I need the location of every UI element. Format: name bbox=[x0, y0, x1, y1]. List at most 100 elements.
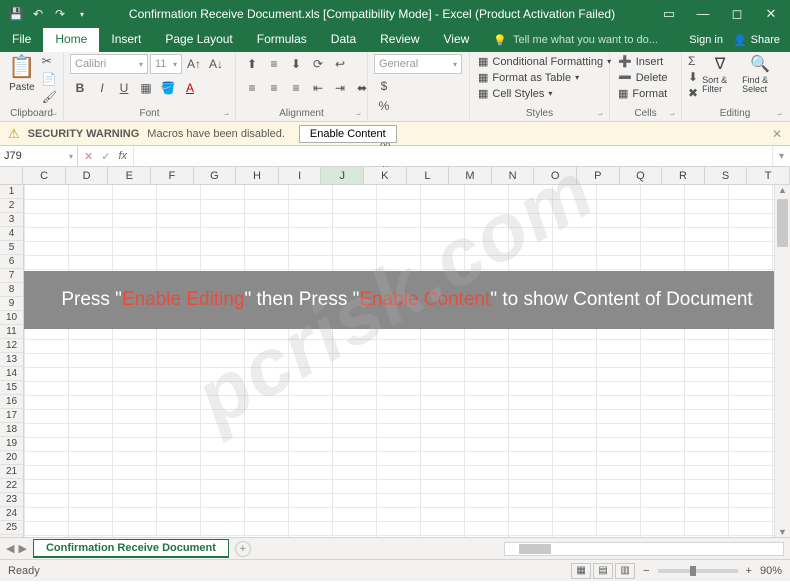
align-bottom-icon[interactable]: ⬇ bbox=[286, 54, 306, 74]
fx-icon[interactable]: fx bbox=[118, 150, 127, 162]
col-header-N[interactable]: N bbox=[492, 167, 535, 184]
col-header-J[interactable]: J bbox=[321, 167, 364, 184]
row-header[interactable]: 4 bbox=[0, 227, 24, 241]
orientation-icon[interactable]: ⟳ bbox=[308, 54, 328, 74]
align-top-icon[interactable]: ⬆ bbox=[242, 54, 262, 74]
row-header[interactable]: 14 bbox=[0, 367, 24, 381]
share-button[interactable]: 👤 Share bbox=[733, 34, 780, 47]
col-header-C[interactable]: C bbox=[23, 167, 66, 184]
row-header[interactable]: 22 bbox=[0, 479, 24, 493]
col-header-S[interactable]: S bbox=[705, 167, 748, 184]
hscroll-thumb[interactable] bbox=[519, 544, 551, 554]
delete-cells-button[interactable]: ➖Delete bbox=[616, 70, 670, 85]
view-pagelayout-icon[interactable]: ▤ bbox=[593, 563, 613, 579]
row-header[interactable]: 24 bbox=[0, 507, 24, 521]
row-header[interactable]: 17 bbox=[0, 409, 24, 423]
spreadsheet-grid[interactable]: CDEFGHIJKLMNOPQRST 123456789101112131415… bbox=[0, 167, 790, 537]
col-header-F[interactable]: F bbox=[151, 167, 194, 184]
col-header-I[interactable]: I bbox=[279, 167, 322, 184]
bold-button[interactable]: B bbox=[70, 78, 90, 98]
percent-icon[interactable]: % bbox=[374, 96, 394, 116]
align-middle-icon[interactable]: ≡ bbox=[264, 54, 284, 74]
formula-input[interactable] bbox=[134, 146, 772, 166]
increase-indent-icon[interactable]: ⇥ bbox=[330, 78, 350, 98]
clear-icon[interactable]: ✖ bbox=[688, 86, 698, 100]
col-header-L[interactable]: L bbox=[407, 167, 450, 184]
col-header-O[interactable]: O bbox=[534, 167, 577, 184]
align-left-icon[interactable]: ≡ bbox=[242, 78, 262, 98]
qat-dropdown-icon[interactable]: ▾ bbox=[74, 10, 90, 19]
col-header-P[interactable]: P bbox=[577, 167, 620, 184]
tell-me-search[interactable]: 💡 Tell me what you want to do... bbox=[481, 28, 679, 52]
row-header[interactable]: 8 bbox=[0, 283, 24, 297]
col-header-D[interactable]: D bbox=[66, 167, 109, 184]
paste-button[interactable]: 📋 Paste bbox=[6, 54, 38, 93]
insert-cells-button[interactable]: ➕Insert bbox=[616, 54, 670, 69]
row-header[interactable]: 5 bbox=[0, 241, 24, 255]
row-header[interactable]: 16 bbox=[0, 395, 24, 409]
zoom-out-icon[interactable]: − bbox=[643, 565, 649, 577]
maximize-icon[interactable]: ◻ bbox=[722, 6, 752, 22]
cut-icon[interactable]: ✂ bbox=[42, 54, 57, 68]
view-pagebreak-icon[interactable]: ▥ bbox=[615, 563, 635, 579]
row-header[interactable]: 25 bbox=[0, 521, 24, 535]
sort-filter-button[interactable]: ᐁ Sort & Filter bbox=[702, 54, 738, 100]
number-format-select[interactable]: General▾ bbox=[374, 54, 462, 74]
find-select-button[interactable]: 🔍 Find & Select bbox=[742, 54, 778, 100]
row-header[interactable]: 26 bbox=[0, 535, 24, 537]
row-header[interactable]: 21 bbox=[0, 465, 24, 479]
tab-home[interactable]: Home bbox=[43, 28, 99, 52]
tab-view[interactable]: View bbox=[432, 28, 482, 52]
tab-data[interactable]: Data bbox=[319, 28, 368, 52]
tab-review[interactable]: Review bbox=[368, 28, 431, 52]
row-header[interactable]: 2 bbox=[0, 199, 24, 213]
col-header-Q[interactable]: Q bbox=[620, 167, 663, 184]
row-header[interactable]: 10 bbox=[0, 311, 24, 325]
conditional-formatting-button[interactable]: ▦Conditional Formatting▾ bbox=[476, 54, 613, 69]
col-header-G[interactable]: G bbox=[194, 167, 237, 184]
scroll-thumb[interactable] bbox=[777, 199, 788, 247]
name-box[interactable]: J79 ▾ bbox=[0, 146, 78, 166]
col-header-E[interactable]: E bbox=[108, 167, 151, 184]
align-right-icon[interactable]: ≡ bbox=[286, 78, 306, 98]
font-name-select[interactable]: Calibri▾ bbox=[70, 54, 148, 74]
row-header[interactable]: 3 bbox=[0, 213, 24, 227]
copy-icon[interactable]: 📄 bbox=[42, 72, 57, 86]
namebox-dropdown-icon[interactable]: ▾ bbox=[69, 152, 73, 161]
minimize-icon[interactable]: — bbox=[688, 6, 718, 22]
col-header-H[interactable]: H bbox=[236, 167, 279, 184]
tab-insert[interactable]: Insert bbox=[99, 28, 153, 52]
decrease-font-icon[interactable]: A↓ bbox=[206, 54, 226, 74]
increase-font-icon[interactable]: A↑ bbox=[184, 54, 204, 74]
align-center-icon[interactable]: ≡ bbox=[264, 78, 284, 98]
select-all-corner[interactable] bbox=[0, 167, 23, 184]
format-cells-button[interactable]: ▦Format bbox=[616, 86, 670, 101]
sheet-tab-active[interactable]: Confirmation Receive Document bbox=[33, 539, 229, 558]
row-header[interactable]: 13 bbox=[0, 353, 24, 367]
row-header[interactable]: 19 bbox=[0, 437, 24, 451]
row-header[interactable]: 7 bbox=[0, 269, 24, 283]
security-close-icon[interactable]: ✕ bbox=[772, 127, 782, 141]
row-header[interactable]: 1 bbox=[0, 185, 24, 199]
italic-button[interactable]: I bbox=[92, 78, 112, 98]
col-header-R[interactable]: R bbox=[662, 167, 705, 184]
wrap-text-icon[interactable]: ↩ bbox=[330, 54, 350, 74]
vertical-scrollbar[interactable]: ▲ ▼ bbox=[774, 185, 790, 537]
formula-expand-icon[interactable]: ▾ bbox=[772, 146, 790, 166]
row-header[interactable]: 11 bbox=[0, 325, 24, 339]
zoom-slider[interactable] bbox=[658, 569, 738, 573]
tab-page-layout[interactable]: Page Layout bbox=[153, 28, 244, 52]
enter-formula-icon[interactable]: ✓ bbox=[101, 150, 110, 163]
row-header[interactable]: 15 bbox=[0, 381, 24, 395]
cancel-formula-icon[interactable]: ✕ bbox=[84, 150, 93, 163]
zoom-in-icon[interactable]: + bbox=[746, 565, 752, 577]
close-icon[interactable]: ✕ bbox=[756, 6, 786, 22]
col-header-T[interactable]: T bbox=[747, 167, 790, 184]
row-header[interactable]: 9 bbox=[0, 297, 24, 311]
sign-in-link[interactable]: Sign in bbox=[689, 34, 723, 46]
zoom-level[interactable]: 90% bbox=[760, 565, 782, 577]
scroll-up-icon[interactable]: ▲ bbox=[775, 185, 790, 195]
sheet-nav[interactable]: ◀▶ bbox=[6, 542, 27, 555]
row-header[interactable]: 6 bbox=[0, 255, 24, 269]
row-header[interactable]: 18 bbox=[0, 423, 24, 437]
